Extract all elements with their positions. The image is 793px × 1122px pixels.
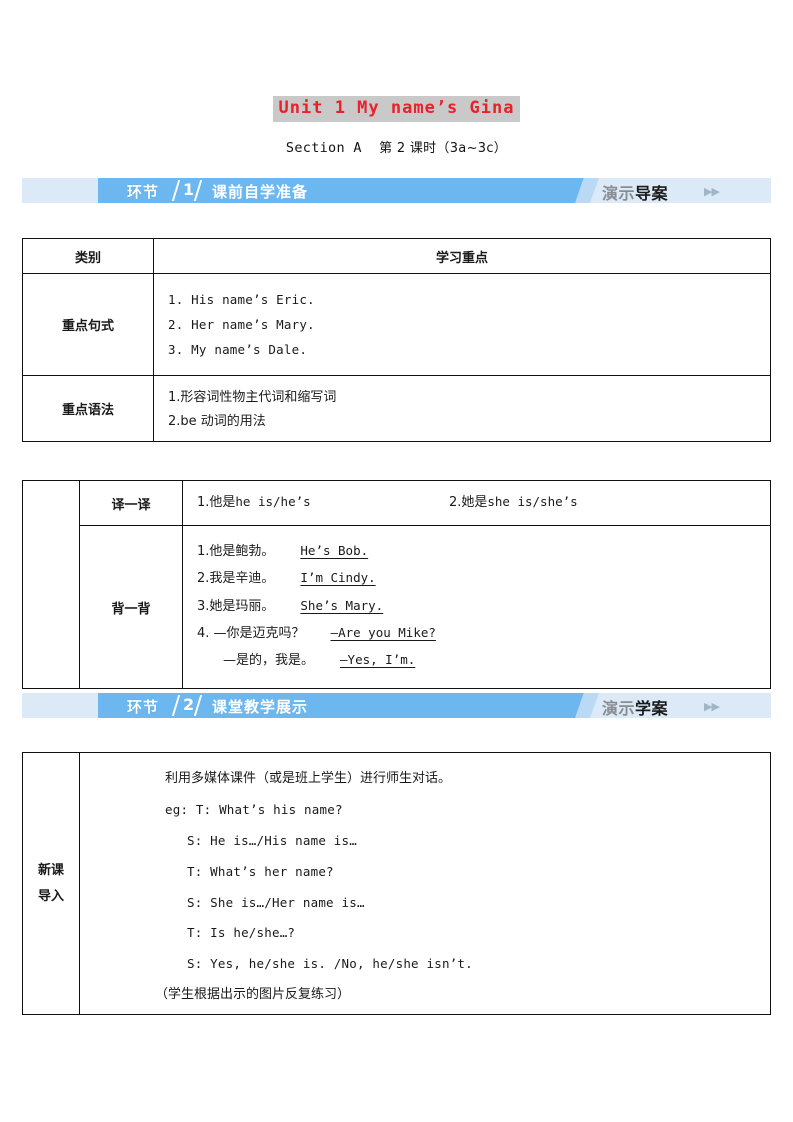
focus-row-label-sentences: 重点句式 bbox=[22, 272, 154, 377]
focus-row-label-grammar: 重点语法 bbox=[22, 375, 154, 442]
lesson-dialogue-line-6: S: Yes, he/she is. /No, he/she isn’t. bbox=[187, 956, 473, 972]
focus-table: 类别 学习重点 重点句式 1. His name’s Eric. 2. Her … bbox=[22, 238, 771, 442]
practice-row-label-translate: 译一译 bbox=[79, 480, 183, 526]
focus-table-header-points: 学习重点 bbox=[153, 238, 771, 274]
banner-step-number-1: 1 bbox=[183, 180, 195, 199]
focus-sentence-1: 1. His name’s Eric. bbox=[168, 292, 315, 307]
recite-item-4: 4. —你是迈克吗？ —Are you Mike? bbox=[197, 626, 770, 641]
recite-item-3-cn: 3.她是玛丽。 bbox=[197, 598, 275, 614]
lesson-table: 新课 导入 利用多媒体课件（或是班上学生）进行师生对话。 eg: T: What… bbox=[22, 751, 771, 1016]
banner-arrows-icon-2: ▶▶ bbox=[704, 700, 720, 713]
focus-table-header-row: 类别 学习重点 bbox=[22, 238, 771, 274]
banner-right-label-main-2: 学案 bbox=[635, 699, 669, 718]
banner-accent-background-2 bbox=[98, 693, 566, 718]
table-row: 背一背 1.他是鲍勃。 He’s Bob. 2.我是辛迪。 I’m Cindy. 3… bbox=[23, 524, 771, 690]
lesson-dialogue-line-5: T: Is he/she…? bbox=[187, 925, 296, 941]
lesson-dialogue-line-4: S: She is…/Her name is… bbox=[187, 894, 365, 910]
recite-item-3-answer: She’s Mary. bbox=[300, 597, 384, 613]
practice-table: 译一译 1.他是he is/he’s 2.她是she is/she’s 背一背 … bbox=[22, 479, 771, 690]
section-subtitle-cn: 第 2 课时（3a~3c） bbox=[379, 141, 508, 156]
banner-arrows-icon-1: ▶▶ bbox=[704, 185, 720, 198]
lesson-dialogue-line-3: T: What’s her name? bbox=[187, 863, 334, 879]
banner-right-label-2: 演示学案 bbox=[602, 695, 668, 719]
focus-grammar-2: 2.be 动词的用法 bbox=[168, 413, 266, 429]
recite-item-1-cn: 1.他是鲍勃。 bbox=[197, 544, 275, 559]
lesson-row-content: 利用多媒体课件（或是班上学生）进行师生对话。 eg: T: What’s his… bbox=[79, 751, 771, 1016]
section-subtitle: Section A 第 2 课时（3a~3c） bbox=[0, 137, 793, 156]
recite-item-5-cn: —是的，我是。 bbox=[223, 653, 315, 669]
recite-item-4-answer: —Are you Mike? bbox=[330, 624, 436, 640]
lesson-row-label-line1: 新课 bbox=[37, 862, 64, 878]
banner-step-label-1: 环节 bbox=[127, 183, 160, 201]
focus-table-header-category: 类别 bbox=[22, 238, 154, 274]
lesson-dialogue-line-1: eg: T: What’s his name? bbox=[165, 802, 343, 818]
section-banner-2: 环节 2 课堂教学展示 演示学案 ▶▶ bbox=[22, 693, 771, 718]
lesson-row-label-line2: 导入 bbox=[37, 888, 64, 904]
translate-item-1-cn: 1.他是 bbox=[197, 495, 236, 511]
focus-sentence-3: 3. My name’s Dale. bbox=[168, 341, 308, 357]
recite-item-1: 1.他是鲍勃。 He’s Bob. bbox=[197, 544, 770, 559]
banner-right-label-1: 演示导案 bbox=[602, 180, 668, 204]
banner-step-number-badge-2: 2 bbox=[171, 694, 205, 717]
lesson-dialogue-line-2: S: He is…/His name is… bbox=[187, 833, 357, 849]
recite-item-5: —是的，我是。 —Yes, I’m. bbox=[197, 653, 770, 668]
recite-item-1-answer: He’s Bob. bbox=[300, 543, 369, 558]
table-row: 新课 导入 利用多媒体课件（或是班上学生）进行师生对话。 eg: T: What… bbox=[22, 751, 771, 1016]
focus-row-content-grammar: 1.形容词性物主代词和缩写词 2.be 动词的用法 bbox=[153, 375, 771, 442]
focus-sentence-2: 2. Her name’s Mary. bbox=[168, 316, 315, 332]
lesson-intro: 利用多媒体课件（或是班上学生）进行师生对话。 bbox=[165, 771, 452, 786]
banner-right-label-ghost-1: 演示 bbox=[602, 184, 636, 203]
recite-item-5-answer: —Yes, I’m. bbox=[340, 652, 416, 668]
section-banner-1: 环节 1 课前自学准备 演示导案 ▶▶ bbox=[22, 178, 771, 203]
translate-items: 1.他是he is/he’s 2.她是she is/she’s bbox=[197, 495, 770, 510]
banner-right-label-ghost-2: 演示 bbox=[602, 699, 636, 718]
practice-row-content-translate: 1.他是he is/he’s 2.她是she is/she’s bbox=[182, 480, 771, 526]
translate-item-2-en: she is/she’s bbox=[487, 494, 578, 510]
practice-row-content-recite: 1.他是鲍勃。 He’s Bob. 2.我是辛迪。 I’m Cindy. 3.她是玛… bbox=[182, 524, 771, 690]
recite-item-4-cn: 4. —你是迈克吗？ bbox=[197, 625, 305, 641]
table-row: 重点语法 1.形容词性物主代词和缩写词 2.be 动词的用法 bbox=[22, 375, 771, 442]
banner-step-number-2: 2 bbox=[183, 695, 195, 714]
recite-item-3: 3.她是玛丽。 She’s Mary. bbox=[197, 597, 770, 614]
translate-item-1-en: he is/he’s bbox=[235, 494, 311, 510]
table-row: 重点句式 1. His name’s Eric. 2. Her name’s M… bbox=[22, 272, 771, 377]
practice-table-spacer-column bbox=[22, 479, 80, 690]
recite-item-2-cn: 2.我是辛迪。 bbox=[197, 571, 275, 587]
focus-row-content-sentences: 1. His name’s Eric. 2. Her name’s Mary. … bbox=[153, 272, 771, 377]
banner-step-number-badge-1: 1 bbox=[171, 179, 205, 202]
focus-grammar-1: 1.形容词性物主代词和缩写词 bbox=[168, 390, 337, 406]
banner-accent-background-1 bbox=[98, 178, 566, 203]
lesson-footnote: （学生根据出示的图片反复练习） bbox=[155, 986, 351, 1002]
lesson-row-label: 新课 导入 bbox=[22, 751, 80, 1016]
table-row: 译一译 1.他是he is/he’s 2.她是she is/she’s bbox=[22, 479, 771, 690]
banner-title-2: 课堂教学展示 bbox=[212, 698, 309, 716]
recite-item-2: 2.我是辛迪。 I’m Cindy. bbox=[197, 571, 770, 586]
banner-right-label-main-1: 导案 bbox=[635, 184, 669, 203]
section-subtitle-prefix: Section A bbox=[285, 140, 362, 156]
banner-step-label-2: 环节 bbox=[127, 698, 160, 716]
page-title: Unit 1 My name’s Gina bbox=[0, 96, 793, 123]
banner-slash-right-icon-1 bbox=[193, 180, 203, 201]
recite-item-2-answer: I’m Cindy. bbox=[300, 570, 376, 586]
worksheet-page: Unit 1 My name’s Gina Section A 第 2 课时（3… bbox=[0, 0, 793, 1122]
practice-row-label-recite: 背一背 bbox=[79, 524, 183, 690]
translate-item-2-cn: 2.她是 bbox=[448, 495, 488, 511]
banner-slash-right-icon-2 bbox=[193, 695, 203, 716]
unit-title-text: Unit 1 My name’s Gina bbox=[272, 96, 521, 123]
banner-title-1: 课前自学准备 bbox=[212, 183, 309, 201]
